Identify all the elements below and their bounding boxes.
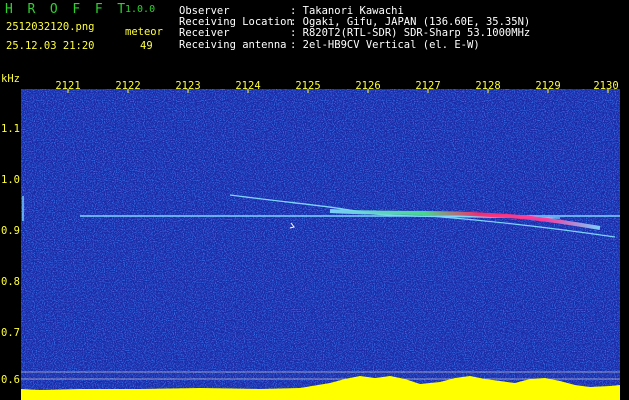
meteor-count-label: meteor (125, 26, 163, 38)
receiver-value: : R820T2(RTL-SDR) SDR-Sharp 53.1000MHz (290, 27, 531, 39)
spectrogram-background (21, 89, 620, 400)
x-tick-label: 2128 (475, 80, 501, 92)
timestamp: 25.12.03 21:20 (6, 40, 95, 52)
x-tick-label: 2125 (295, 80, 321, 92)
file-name: 2512032120.png (6, 21, 95, 33)
y-tick-label: 0.8 (1, 276, 20, 288)
x-tick-label: 2122 (115, 80, 141, 92)
y-tick-label: 0.6 (1, 374, 20, 386)
location-value: : Ogaki, Gifu, JAPAN (136.60E, 35.35N) (290, 16, 531, 28)
x-tick-label: 2130 (593, 80, 619, 92)
header-panel: H R O F F T 1.0.0 2512032120.png 25.12.0… (0, 0, 629, 76)
meteor-count-value: 49 (140, 40, 153, 52)
antenna-value: : 2el-HB9CV Vertical (el. E-W) (290, 39, 480, 51)
x-tick-label: 2126 (355, 80, 381, 92)
y-tick-label: 0.7 (1, 327, 20, 339)
x-tick-label: 2127 (415, 80, 441, 92)
location-label: Receiving Location (179, 16, 293, 28)
y-tick-label: 0.9 (1, 225, 20, 237)
y-axis-unit: kHz (1, 73, 20, 85)
x-tick-label: 2124 (235, 80, 261, 92)
app-version: 1.0.0 (125, 4, 156, 15)
receiver-label: Receiver (179, 27, 230, 39)
y-tick-label: 1.0 (1, 174, 20, 186)
y-tick-label: 1.1 (1, 123, 20, 135)
observer-label: Observer (179, 5, 230, 17)
x-tick-label: 2129 (535, 80, 561, 92)
observer-value: : Takanori Kawachi (290, 5, 404, 17)
app-name: H R O F F T (5, 2, 129, 17)
x-tick-label: 2123 (175, 80, 201, 92)
spectrogram (21, 89, 620, 400)
antenna-label: Receiving antenna (179, 39, 287, 51)
x-tick-label: 2121 (55, 80, 81, 92)
